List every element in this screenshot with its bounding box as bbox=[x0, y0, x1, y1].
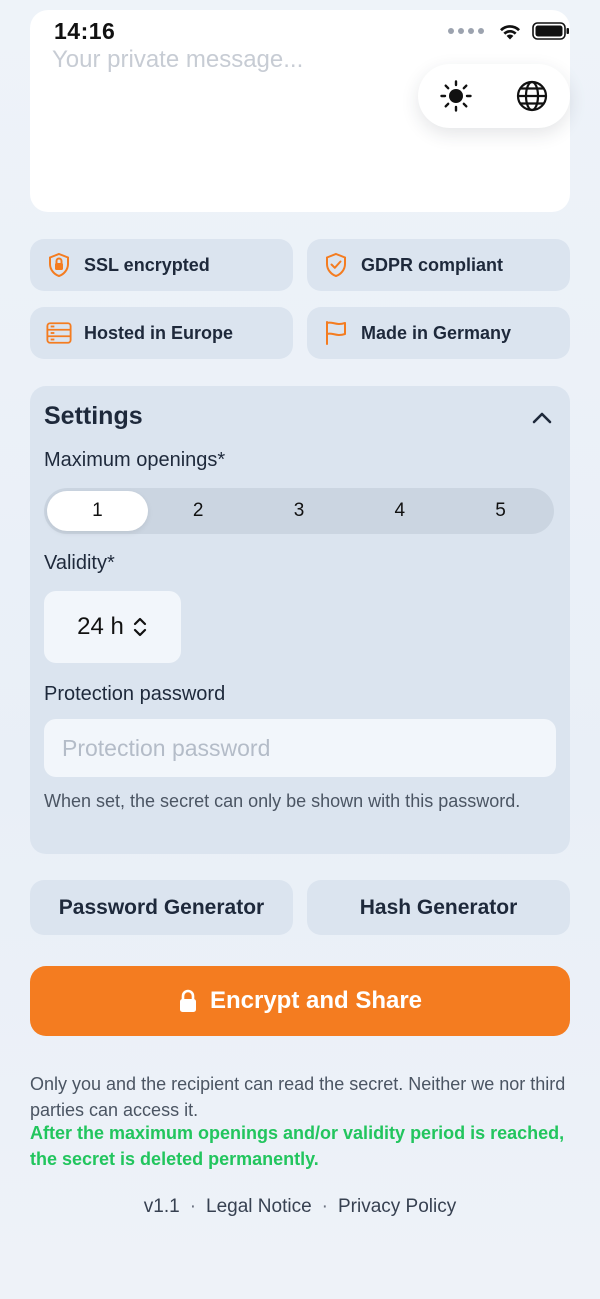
chevron-up-icon[interactable] bbox=[530, 406, 554, 430]
openings-option-3[interactable]: 3 bbox=[249, 491, 350, 531]
version-label: v1.1 bbox=[143, 1196, 180, 1217]
openings-option-2[interactable]: 2 bbox=[148, 491, 249, 531]
password-generator-button[interactable]: Password Generator bbox=[30, 880, 293, 935]
status-time: 14:16 bbox=[54, 18, 116, 44]
encrypt-share-label: Encrypt and Share bbox=[209, 987, 423, 1014]
password-hint: When set, the secret can only be shown w… bbox=[44, 791, 521, 811]
badge-ssl: SSL encrypted bbox=[30, 239, 293, 291]
shield-lock-icon bbox=[46, 252, 72, 278]
theme-language-toggle bbox=[418, 64, 570, 128]
legal-notice-link[interactable]: Legal Notice bbox=[206, 1196, 312, 1218]
openings-option-4[interactable]: 4 bbox=[349, 491, 450, 531]
deletion-warning: After the maximum openings and/or validi… bbox=[30, 1123, 565, 1169]
hash-generator-button[interactable]: Hash Generator bbox=[307, 880, 570, 935]
settings-panel: Settings Maximum openings* 1 2 3 4 5 Val… bbox=[30, 386, 570, 854]
privacy-policy-link[interactable]: Privacy Policy bbox=[338, 1196, 456, 1218]
status-icons bbox=[448, 22, 570, 40]
chevron-up-down-icon bbox=[133, 617, 146, 637]
server-icon bbox=[46, 320, 72, 346]
signal-dots-icon bbox=[448, 28, 484, 34]
max-openings-label: Maximum openings* bbox=[44, 449, 226, 471]
max-openings-selector: 1 2 3 4 5 bbox=[44, 488, 554, 534]
validity-value: 24 h bbox=[77, 613, 124, 640]
badge-label: Hosted in Europe bbox=[84, 322, 234, 343]
privacy-info: Only you and the recipient can read the … bbox=[30, 1074, 566, 1120]
footer-separator: · bbox=[321, 1196, 328, 1217]
badge-gdpr: GDPR compliant bbox=[307, 239, 570, 291]
flag-icon bbox=[323, 320, 349, 346]
globe-icon[interactable] bbox=[514, 78, 550, 114]
status-bar: 14:16 bbox=[0, 0, 600, 64]
encrypt-share-button[interactable]: Encrypt and Share bbox=[30, 966, 570, 1036]
badge-hosted: Hosted in Europe bbox=[30, 307, 293, 359]
shield-check-icon bbox=[323, 252, 349, 278]
validity-label: Validity* bbox=[44, 552, 115, 574]
badge-label: SSL encrypted bbox=[84, 254, 210, 275]
badge-label: Made in Germany bbox=[361, 322, 512, 343]
validity-select[interactable]: 24 h bbox=[44, 591, 181, 663]
badge-made-in: Made in Germany bbox=[307, 307, 570, 359]
footer-separator: · bbox=[189, 1196, 197, 1217]
openings-option-1[interactable]: 1 bbox=[47, 491, 148, 531]
badge-label: GDPR compliant bbox=[361, 254, 504, 275]
battery-icon bbox=[532, 22, 569, 40]
lock-icon bbox=[179, 989, 196, 1012]
footer: v1.1 · Legal Notice · Privacy Policy bbox=[0, 1196, 600, 1218]
openings-option-5[interactable]: 5 bbox=[450, 491, 551, 531]
sun-icon[interactable] bbox=[438, 78, 474, 114]
password-label: Protection password bbox=[44, 683, 226, 705]
wifi-icon bbox=[500, 25, 520, 40]
protection-password-input[interactable] bbox=[44, 719, 556, 777]
settings-title: Settings bbox=[44, 402, 143, 430]
